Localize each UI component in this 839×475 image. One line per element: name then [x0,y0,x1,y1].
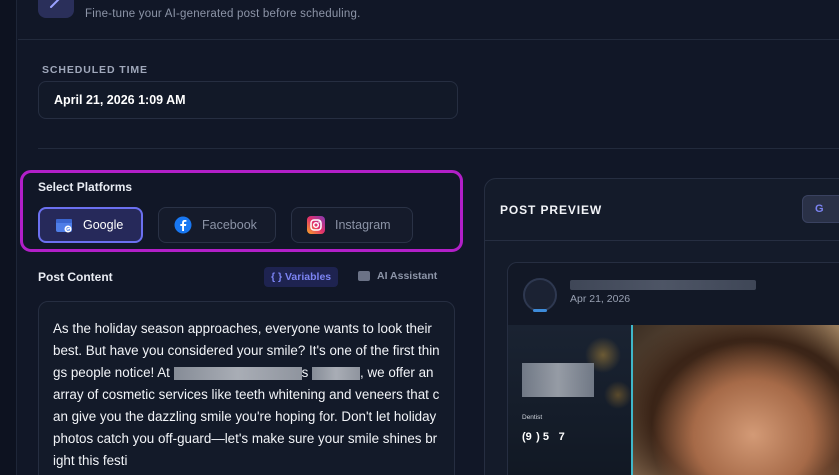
left-sidebar-rail [0,0,17,475]
image-phone-number: (9 ) 5 7 [522,431,574,443]
google-business-icon: G [55,216,73,234]
platform-facebook-button[interactable]: Facebook [158,207,276,243]
post-text: , we offer an array of cosmetic services… [53,365,440,468]
ai-assistant-button[interactable]: AI Assistant [358,270,437,282]
redacted-business-name [312,366,361,380]
image-caption: Dentist [522,414,543,421]
portrait-photo [633,325,839,475]
select-platforms-label: Select Platforms [38,180,133,194]
google-post-preview: Apr 21, 2026 Dentist (9 ) 5 7 [507,262,839,475]
post-date: Apr 21, 2026 [570,293,631,305]
scheduled-time-field[interactable]: April 21, 2026 1:09 AM [38,81,458,119]
instagram-icon [307,216,325,234]
post-content-label: Post Content [38,270,113,284]
redacted-logo [522,363,594,397]
main-panel: Fine-tune your AI-generated post before … [18,0,839,475]
platform-label: Instagram [335,218,391,232]
platform-instagram-button[interactable]: Instagram [291,207,413,243]
preview-platform-tab-google[interactable]: G [802,195,839,223]
post-content-textarea[interactable]: As the holiday season approaches, everyo… [38,301,455,475]
divider [18,39,839,40]
post-preview-card: POST PREVIEW G Apr 21, 2026 Dentist (9 )… [484,178,839,475]
divider [485,240,839,241]
redacted-business-name [570,280,756,290]
avatar [523,278,557,312]
post-text: s [301,365,309,380]
page-subtitle: Fine-tune your AI-generated post before … [85,8,361,20]
redacted-business-name [173,366,302,380]
image-left-panel: Dentist (9 ) 5 7 [508,325,632,475]
platform-google-button[interactable]: G Google [38,207,143,243]
magic-wand-icon [38,0,74,18]
post-preview-title: POST PREVIEW [500,203,603,217]
svg-text:G: G [66,227,70,233]
divider [38,148,839,149]
scheduled-time-label: SCHEDULED TIME [42,64,148,76]
facebook-icon [174,216,192,234]
variables-button[interactable]: { } Variables [264,267,339,287]
platform-label: Google [83,218,124,232]
ai-assistant-label: AI Assistant [377,270,438,282]
post-image: Dentist (9 ) 5 7 [508,325,839,475]
platform-label: Facebook [202,218,257,232]
robot-icon [358,271,370,281]
